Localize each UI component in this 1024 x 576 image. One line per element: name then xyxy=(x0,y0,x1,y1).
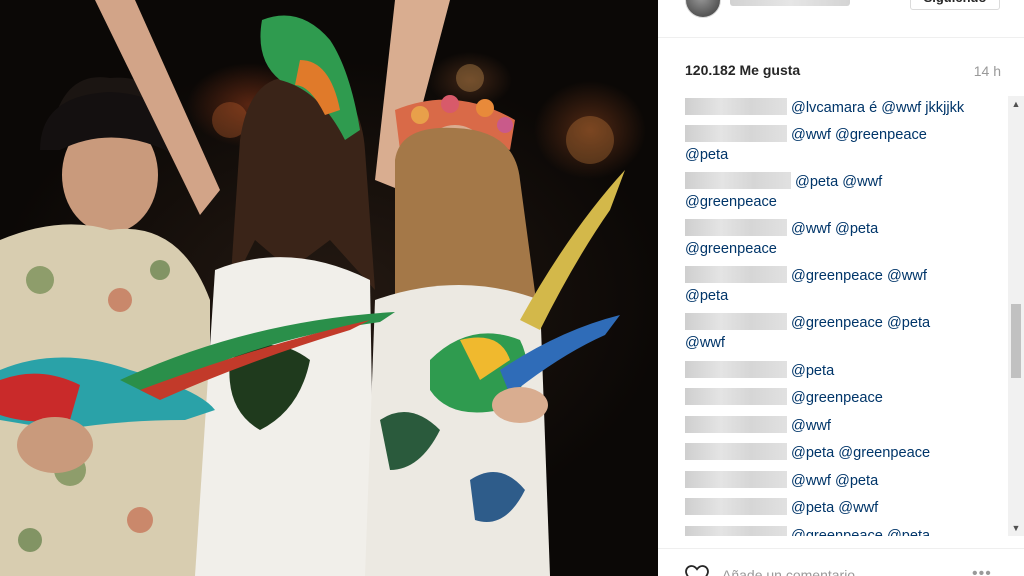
comment-text[interactable]: @greenpeace xyxy=(791,390,883,406)
username-redacted[interactable] xyxy=(685,313,787,330)
comment-text[interactable]: @peta xyxy=(685,288,728,304)
comment-list: @lvcamara é @wwf jkkjjkk @wwf @greenpeac… xyxy=(658,96,1024,536)
username-redacted[interactable] xyxy=(685,361,787,378)
heart-icon[interactable] xyxy=(685,565,709,576)
scroll-up-icon[interactable]: ▲ xyxy=(1008,96,1024,112)
comment: @greenpeace xyxy=(685,388,990,408)
comment-text[interactable]: @wwf @peta xyxy=(791,221,878,237)
avatar[interactable] xyxy=(685,0,721,18)
post-header: Siguiendo xyxy=(658,0,1024,38)
username-redacted[interactable] xyxy=(685,526,787,536)
comment-text[interactable]: @greenpeace @peta xyxy=(791,315,930,331)
comment-text[interactable]: @wwf xyxy=(791,418,831,434)
add-comment-input[interactable]: Añade un comentario... xyxy=(722,567,867,576)
comment: @wwf @greenpeace @peta xyxy=(685,125,990,165)
likes-row: 120.182 Me gusta 14 h xyxy=(685,62,1001,82)
scroll-thumb[interactable] xyxy=(1011,304,1021,378)
username-redacted[interactable] xyxy=(685,219,787,236)
comment-scrollbar[interactable]: ▲ ▼ xyxy=(1008,96,1024,536)
comment-text[interactable]: @peta xyxy=(791,363,834,379)
post-sidebar: Siguiendo 120.182 Me gusta 14 h @lvcamar… xyxy=(658,0,1024,576)
comment-text[interactable]: @peta @wwf xyxy=(791,500,878,516)
username-redacted[interactable] xyxy=(685,172,791,189)
comment: @wwf @peta xyxy=(685,471,990,491)
username-redacted[interactable] xyxy=(685,498,787,515)
comment: @greenpeace @wwf @peta xyxy=(685,266,990,306)
comment-text[interactable]: @greenpeace xyxy=(685,241,777,257)
comment-text[interactable]: @greenpeace xyxy=(685,194,777,210)
comment-text[interactable]: @wwf @peta xyxy=(791,473,878,489)
scroll-down-icon[interactable]: ▼ xyxy=(1008,520,1024,536)
comment-footer: Añade un comentario... ••• xyxy=(658,548,1024,576)
comment-text[interactable]: @peta @greenpeace xyxy=(791,445,930,461)
comment: @peta @greenpeace xyxy=(685,443,990,463)
comment-text[interactable]: @wwf xyxy=(685,335,725,351)
username-redacted[interactable] xyxy=(685,266,787,283)
comment-text[interactable]: @peta @wwf xyxy=(795,174,882,190)
likes-count[interactable]: 120.182 Me gusta xyxy=(685,62,800,78)
comment-text[interactable]: @lvcamara é @wwf jkkjjkk xyxy=(791,100,964,116)
post-time[interactable]: 14 h xyxy=(974,63,1001,79)
photo-illustration xyxy=(0,0,625,576)
username-redacted[interactable] xyxy=(685,388,787,405)
comment-text[interactable]: @peta xyxy=(685,147,728,163)
comment: @greenpeace @peta xyxy=(685,526,990,536)
username-redacted[interactable] xyxy=(685,125,787,142)
username-redacted[interactable] xyxy=(685,443,787,460)
username-redacted[interactable] xyxy=(685,416,787,433)
comment-text[interactable]: @greenpeace @wwf xyxy=(791,268,927,284)
comment: @wwf xyxy=(685,416,990,436)
comment: @greenpeace @peta @wwf xyxy=(685,313,990,353)
comment: @wwf @peta @greenpeace xyxy=(685,219,990,259)
comment-text[interactable]: @greenpeace @peta xyxy=(791,528,930,536)
username-redacted[interactable] xyxy=(685,471,787,488)
comment: @peta @wwf @greenpeace xyxy=(685,172,990,212)
comment: @peta xyxy=(685,361,990,381)
more-options-icon[interactable]: ••• xyxy=(972,565,992,576)
following-button[interactable]: Siguiendo xyxy=(910,0,1000,10)
comment: @peta @wwf xyxy=(685,498,990,518)
comment: @lvcamara é @wwf jkkjjkk xyxy=(685,98,990,118)
username-redacted[interactable] xyxy=(730,0,850,6)
comment-text[interactable]: @wwf @greenpeace xyxy=(791,127,927,143)
post-photo xyxy=(0,0,658,576)
username-redacted[interactable] xyxy=(685,98,787,115)
